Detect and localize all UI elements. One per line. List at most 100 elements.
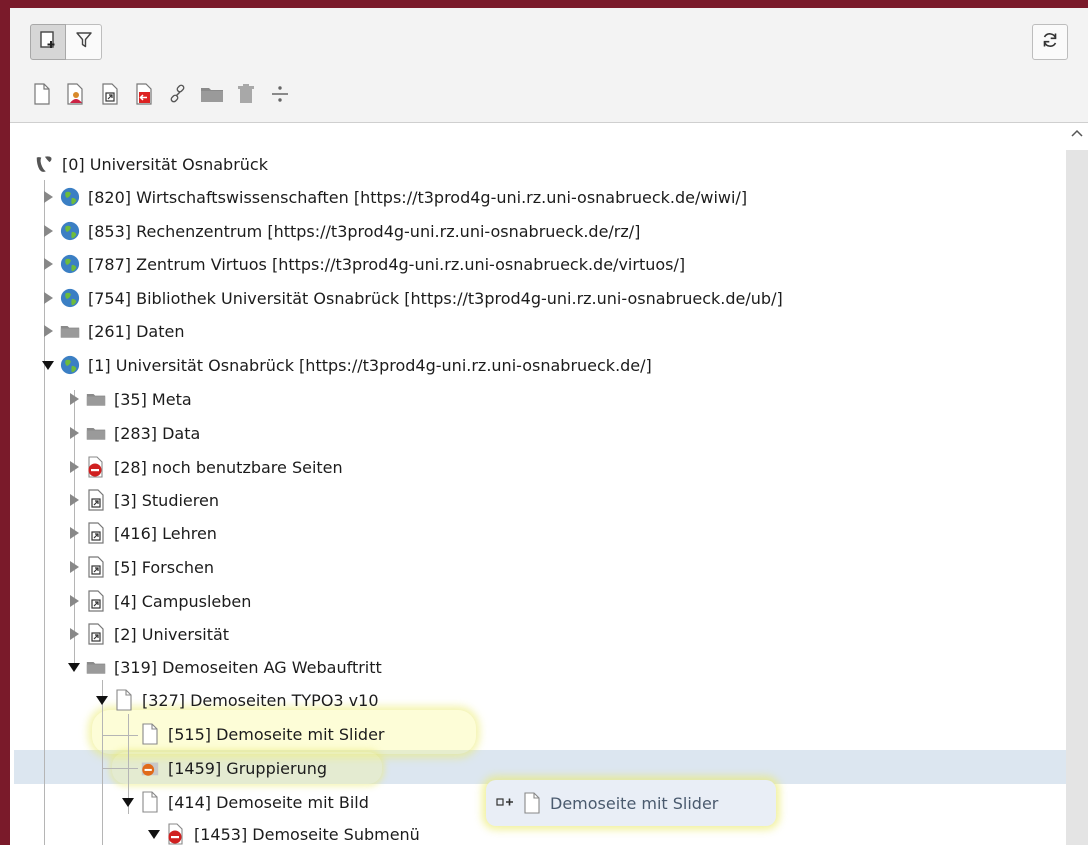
tree-node[interactable]: [787] Zentrum Virtuos [https://t3prod4g-… bbox=[40, 248, 685, 280]
tree-node-selected[interactable]: [1459] Gruppierung bbox=[140, 752, 327, 784]
page-icon bbox=[114, 689, 134, 711]
tree-node[interactable]: [35] Meta bbox=[66, 383, 192, 415]
page-icon bbox=[522, 792, 542, 814]
tree-scrollbar[interactable] bbox=[1066, 150, 1088, 845]
tree-node-label: [1459] Gruppierung bbox=[168, 758, 328, 778]
tree-node[interactable]: [1453] Demoseite Submenü bbox=[146, 818, 420, 850]
collapse-arrow-icon[interactable] bbox=[94, 692, 110, 708]
insert-after-icon bbox=[496, 796, 514, 810]
tree-node-label: [2] Universität bbox=[114, 624, 230, 644]
collapse-arrow-icon[interactable] bbox=[120, 794, 136, 810]
recycler-icon[interactable] bbox=[232, 80, 260, 108]
tree-node-label: [1] Universität Osnabrück [https://t3pro… bbox=[88, 355, 652, 375]
expand-arrow-icon[interactable] bbox=[40, 189, 56, 205]
tree-node[interactable]: [1] Universität Osnabrück [https://t3pro… bbox=[40, 349, 652, 381]
shortcut-page-icon bbox=[86, 522, 106, 544]
expand-arrow-icon[interactable] bbox=[40, 223, 56, 239]
refresh-button[interactable] bbox=[1032, 24, 1068, 60]
tree-node-label: [754] Bibliothek Universität Osnabrück [… bbox=[88, 288, 783, 308]
hidden-page-icon bbox=[166, 823, 186, 845]
tree-node-drag-source[interactable]: [515] Demoseite mit Slider bbox=[140, 718, 385, 750]
filter-icon bbox=[74, 30, 94, 54]
expand-arrow-icon[interactable] bbox=[66, 425, 82, 441]
shortcut-page-icon bbox=[86, 623, 106, 645]
shortcut-page-icon bbox=[86, 489, 106, 511]
backend-user-section-icon[interactable] bbox=[62, 80, 90, 108]
scroll-up-arrow-icon[interactable] bbox=[1068, 124, 1086, 142]
folder-icon[interactable] bbox=[198, 80, 226, 108]
new-page-button[interactable] bbox=[30, 24, 66, 60]
tree-node[interactable]: [327] Demoseiten TYPO3 v10 bbox=[94, 684, 379, 716]
expand-arrow-icon[interactable] bbox=[40, 290, 56, 306]
expand-arrow-icon[interactable] bbox=[66, 525, 82, 541]
mount-point-page-icon[interactable] bbox=[130, 80, 158, 108]
tree-node-label: [3] Studieren bbox=[114, 490, 219, 510]
tree-node-label: [5] Forschen bbox=[114, 557, 215, 577]
tree-node[interactable]: [416] Lehren bbox=[66, 517, 217, 549]
collapse-arrow-icon[interactable] bbox=[66, 659, 82, 675]
tree-line bbox=[102, 735, 138, 736]
tree-node-label: [35] Meta bbox=[114, 389, 192, 409]
drag-tooltip-label: Demoseite mit Slider bbox=[550, 793, 719, 813]
tree-node[interactable]: [853] Rechenzentrum [https://t3prod4g-un… bbox=[40, 215, 640, 247]
external-link-icon[interactable] bbox=[164, 80, 192, 108]
expand-arrow-icon[interactable] bbox=[66, 559, 82, 575]
shortcut-page-icon bbox=[86, 556, 106, 578]
tree-node[interactable]: [414] Demoseite mit Bild bbox=[120, 786, 369, 818]
tree-node[interactable]: [754] Bibliothek Universität Osnabrück [… bbox=[40, 282, 783, 314]
tree-node[interactable]: [5] Forschen bbox=[66, 551, 214, 583]
tree-node-label: [416] Lehren bbox=[114, 523, 217, 543]
tree-node-label: [820] Wirtschaftswissenschaften [https:/… bbox=[88, 187, 748, 207]
tree-node[interactable]: [3] Studieren bbox=[66, 484, 219, 516]
expand-arrow-icon[interactable] bbox=[66, 459, 82, 475]
tree-node[interactable]: [319] Demoseiten AG Webauftritt bbox=[66, 651, 382, 683]
tree-node-label: [853] Rechenzentrum [https://t3prod4g-un… bbox=[88, 221, 641, 241]
page-icon bbox=[140, 791, 160, 813]
tree-node-label: [319] Demoseiten AG Webauftritt bbox=[114, 657, 382, 677]
tree-node[interactable]: [261] Daten bbox=[40, 315, 185, 347]
collapse-arrow-icon[interactable] bbox=[40, 357, 56, 373]
tree-node[interactable]: [283] Data bbox=[66, 417, 200, 449]
tree-node[interactable]: [2] Universität bbox=[66, 618, 229, 650]
folder-icon bbox=[86, 422, 106, 444]
expand-arrow-icon[interactable] bbox=[66, 492, 82, 508]
globe-icon bbox=[60, 354, 80, 376]
globe-icon bbox=[60, 220, 80, 242]
standard-page-icon[interactable] bbox=[28, 80, 56, 108]
tree-node[interactable]: [4] Campusleben bbox=[66, 585, 251, 617]
tree-node-label: [515] Demoseite mit Slider bbox=[168, 724, 385, 744]
expand-arrow-icon[interactable] bbox=[40, 256, 56, 272]
toolbar-button-group bbox=[30, 24, 102, 60]
drag-new-page-types bbox=[28, 80, 300, 108]
tree-node-label: [28] noch benutzbare Seiten bbox=[114, 457, 343, 477]
globe-icon bbox=[60, 253, 80, 275]
collapse-arrow-icon[interactable] bbox=[146, 826, 162, 842]
tree-node-label: [0] Universität Osnabrück bbox=[62, 154, 268, 174]
tree-node-label: [1453] Demoseite Submenü bbox=[194, 824, 420, 844]
typo3-logo-icon bbox=[34, 153, 54, 175]
tree-node-label: [283] Data bbox=[114, 423, 201, 443]
tree-node[interactable]: [820] Wirtschaftswissenschaften [https:/… bbox=[40, 181, 747, 213]
hidden-page-icon bbox=[86, 456, 106, 478]
tree-node-root[interactable]: [0] Universität Osnabrück bbox=[34, 148, 268, 180]
tree-line bbox=[102, 768, 138, 769]
expand-arrow-icon[interactable] bbox=[66, 626, 82, 642]
drag-tooltip: Demoseite mit Slider bbox=[486, 780, 776, 826]
folder-icon bbox=[60, 320, 80, 342]
folder-icon bbox=[86, 388, 106, 410]
tree-node[interactable]: [28] noch benutzbare Seiten bbox=[66, 451, 343, 483]
tree-node-label: [414] Demoseite mit Bild bbox=[168, 792, 369, 812]
expand-arrow-icon[interactable] bbox=[66, 593, 82, 609]
globe-icon bbox=[60, 186, 80, 208]
window-frame-left bbox=[0, 0, 10, 845]
shortcut-page-icon[interactable] bbox=[96, 80, 124, 108]
menu-separator-icon[interactable] bbox=[266, 80, 294, 108]
expand-arrow-icon[interactable] bbox=[40, 323, 56, 339]
group-page-icon bbox=[140, 757, 160, 779]
refresh-icon bbox=[1040, 30, 1060, 54]
tree-node-label: [327] Demoseiten TYPO3 v10 bbox=[142, 690, 379, 710]
filter-button[interactable] bbox=[66, 24, 102, 60]
shortcut-page-icon bbox=[86, 590, 106, 612]
globe-icon bbox=[60, 287, 80, 309]
expand-arrow-icon[interactable] bbox=[66, 391, 82, 407]
